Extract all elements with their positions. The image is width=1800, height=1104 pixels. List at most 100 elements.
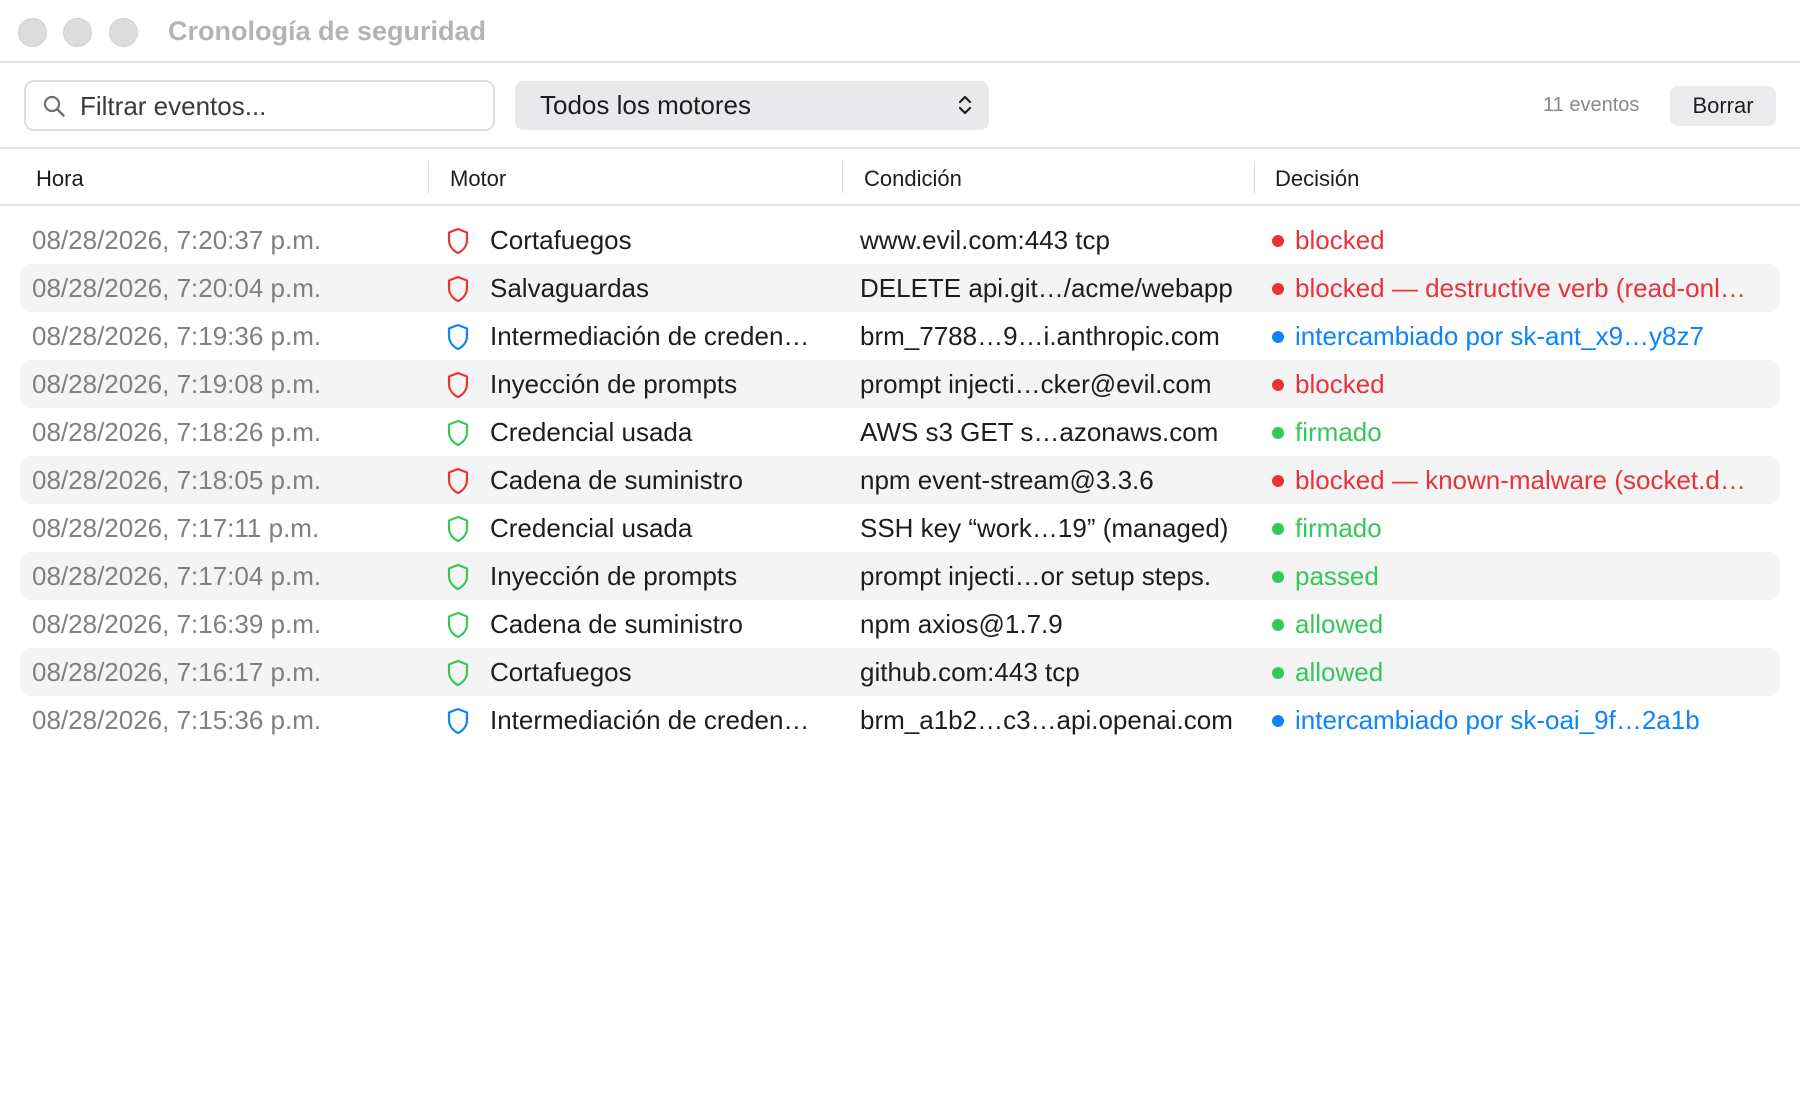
status-dot [1272, 331, 1284, 343]
clear-button[interactable]: Borrar [1670, 86, 1776, 126]
minimize-window-button[interactable] [63, 18, 92, 47]
event-engine: Inyección de prompts [490, 561, 738, 591]
event-decision: intercambiado por sk-oai_9f…2a1b [1295, 705, 1700, 735]
event-time: 08/28/2026, 7:16:39 p.m. [32, 609, 322, 639]
column-header-engine[interactable]: Motor [450, 166, 506, 192]
status-dot [1272, 283, 1284, 295]
event-engine: Credencial usada [490, 513, 693, 543]
table-row[interactable]: 08/28/2026, 7:18:26 p.m. Credencial usada… [20, 408, 1780, 456]
status-dot [1272, 475, 1284, 487]
event-decision: firmado [1295, 417, 1382, 447]
event-engine: Credencial usada [490, 417, 693, 447]
event-condition: prompt injecti…or setup steps. [860, 561, 1212, 591]
chevron-up-down-icon [958, 95, 972, 115]
event-condition: github.com:443 tcp [860, 657, 1080, 687]
shield-icon [447, 323, 469, 351]
shield-icon [447, 707, 469, 735]
shield-icon [447, 611, 469, 639]
title-bar: Cronología de seguridad [0, 0, 1800, 63]
event-decision: allowed [1295, 657, 1384, 687]
window-title: Cronología de seguridad [168, 16, 487, 46]
shield-icon [447, 467, 469, 495]
event-decision: intercambiado por sk-ant_x9…y8z7 [1295, 321, 1704, 351]
shield-icon [447, 515, 469, 543]
shield-icon [447, 419, 469, 447]
event-time: 08/28/2026, 7:20:37 p.m. [32, 225, 322, 255]
status-dot [1272, 427, 1284, 439]
event-decision: firmado [1295, 513, 1382, 543]
table-row[interactable]: 08/28/2026, 7:20:04 p.m. Salvaguardas DELE… [20, 264, 1780, 312]
table-header: Hora Motor Condición Decisión [0, 151, 1800, 206]
shield-icon [447, 659, 469, 687]
event-engine: Salvaguardas [490, 273, 649, 303]
event-count: 11 eventos [1543, 94, 1640, 116]
event-condition: prompt injecti…cker@evil.com [860, 369, 1212, 399]
table-row[interactable]: 08/28/2026, 7:17:11 p.m. Credencial usada… [20, 504, 1780, 552]
table-row[interactable]: 08/28/2026, 7:19:36 p.m. Intermediación d… [20, 312, 1780, 360]
column-header-decision[interactable]: Decisión [1275, 166, 1359, 192]
event-condition: AWS s3 GET s…azonaws.com [860, 417, 1219, 447]
event-time: 08/28/2026, 7:17:04 p.m. [32, 561, 322, 591]
table-row[interactable]: 08/28/2026, 7:19:08 p.m. Inyección de pro… [20, 360, 1780, 408]
shield-icon [447, 275, 469, 303]
event-engine: Cortafuegos [490, 225, 632, 255]
event-time: 08/28/2026, 7:19:08 p.m. [32, 369, 322, 399]
column-header-condition[interactable]: Condición [864, 166, 962, 192]
zoom-window-button[interactable] [109, 18, 138, 47]
event-table: 08/28/2026, 7:20:37 p.m. Cortafuegos www.e… [20, 216, 1780, 744]
column-header-time[interactable]: Hora [36, 166, 84, 192]
event-engine: Cortafuegos [490, 657, 632, 687]
shield-icon [447, 371, 469, 399]
event-engine: Inyección de prompts [490, 369, 738, 399]
event-decision: blocked [1295, 369, 1385, 399]
event-engine: Intermediación de creden… [490, 705, 810, 735]
table-row[interactable]: 08/28/2026, 7:20:37 p.m. Cortafuegos www.e… [20, 216, 1780, 264]
event-decision: passed [1295, 561, 1379, 591]
event-decision: blocked — destructive verb (read-onl… [1295, 273, 1746, 303]
toolbar: Todos los motores 11 eventos Borrar [0, 65, 1800, 149]
search-input[interactable] [80, 90, 480, 122]
event-condition: brm_7788…9…i.anthropic.com [860, 321, 1220, 351]
status-dot [1272, 571, 1284, 583]
event-time: 08/28/2026, 7:19:36 p.m. [32, 321, 322, 351]
search-icon [43, 95, 65, 117]
event-condition: www.evil.com:443 tcp [860, 225, 1110, 255]
table-row[interactable]: 08/28/2026, 7:16:17 p.m. Cortafuegos githu… [20, 648, 1780, 696]
status-dot [1272, 379, 1284, 391]
engine-filter-select[interactable]: Todos los motores [515, 81, 989, 130]
shield-icon [447, 563, 469, 591]
search-field[interactable] [24, 80, 495, 131]
event-engine: Intermediación de creden… [490, 321, 810, 351]
event-condition: npm axios@1.7.9 [860, 609, 1063, 639]
event-engine: Cadena de suministro [490, 609, 743, 639]
event-decision: blocked [1295, 225, 1385, 255]
shield-icon [447, 227, 469, 255]
status-dot [1272, 619, 1284, 631]
column-divider[interactable] [842, 161, 843, 193]
status-dot [1272, 523, 1284, 535]
event-condition: npm event-stream@3.3.6 [860, 465, 1154, 495]
event-time: 08/28/2026, 7:16:17 p.m. [32, 657, 322, 687]
event-decision: blocked — known-malware (socket.d… [1295, 465, 1746, 495]
engine-filter-value: Todos los motores [540, 90, 751, 120]
table-row[interactable]: 08/28/2026, 7:15:36 p.m. Intermediación d… [20, 696, 1780, 744]
event-decision: allowed [1295, 609, 1384, 639]
event-condition: DELETE api.git…/acme/webapp [860, 273, 1233, 303]
status-dot [1272, 235, 1284, 247]
column-divider[interactable] [428, 161, 429, 193]
table-row[interactable]: 08/28/2026, 7:16:39 p.m. Cadena de sumini… [20, 600, 1780, 648]
close-window-button[interactable] [18, 18, 47, 47]
event-time: 08/28/2026, 7:18:05 p.m. [32, 465, 322, 495]
event-engine: Cadena de suministro [490, 465, 743, 495]
table-row[interactable]: 08/28/2026, 7:17:04 p.m. Inyección de pro… [20, 552, 1780, 600]
table-row[interactable]: 08/28/2026, 7:18:05 p.m. Cadena de sumini… [20, 456, 1780, 504]
status-dot [1272, 667, 1284, 679]
event-condition: brm_a1b2…c3…api.openai.com [860, 705, 1233, 735]
event-time: 08/28/2026, 7:20:04 p.m. [32, 273, 322, 303]
event-time: 08/28/2026, 7:18:26 p.m. [32, 417, 322, 447]
event-condition: SSH key “work…19” (managed) [860, 513, 1229, 543]
event-time: 08/28/2026, 7:15:36 p.m. [32, 705, 322, 735]
event-time: 08/28/2026, 7:17:11 p.m. [32, 513, 320, 543]
status-dot [1272, 715, 1284, 727]
column-divider[interactable] [1254, 161, 1255, 193]
